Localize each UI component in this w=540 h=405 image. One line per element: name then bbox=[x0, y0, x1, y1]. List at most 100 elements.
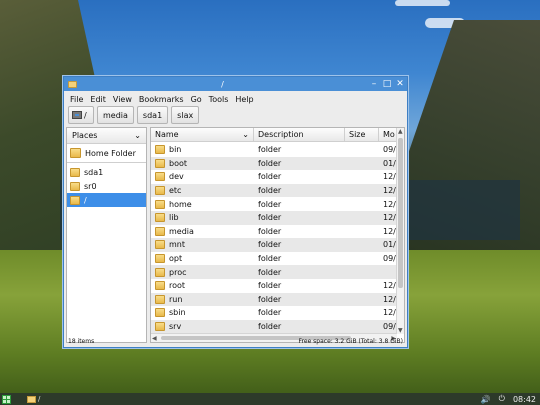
column-size[interactable]: Size bbox=[345, 128, 379, 142]
scroll-down-icon[interactable]: ▼ bbox=[398, 327, 403, 334]
table-row[interactable]: sbin folder 12/ bbox=[151, 306, 397, 320]
crumb-sda1[interactable]: sda1 bbox=[136, 106, 169, 124]
cell-description: folder bbox=[258, 158, 282, 168]
cell-modified: 12/ bbox=[383, 186, 396, 196]
folder-icon bbox=[155, 240, 165, 250]
file-manager-window: / – □ ✕ File Edit View Bookmarks Go Tool… bbox=[63, 76, 408, 348]
cell-modified: 12/ bbox=[383, 281, 396, 291]
menu-tools[interactable]: Tools bbox=[209, 95, 229, 104]
table-row[interactable]: mnt folder 01/ bbox=[151, 238, 397, 252]
maximize-button[interactable]: □ bbox=[381, 78, 393, 90]
crumb-slax[interactable]: slax bbox=[171, 106, 200, 124]
table-row[interactable]: proc folder bbox=[151, 265, 397, 279]
cell-name: etc bbox=[151, 186, 254, 196]
cell-modified: 09/ bbox=[383, 254, 396, 264]
cell-description: folder bbox=[258, 199, 282, 209]
taskbar: / 🔊 ⏻ 08:42 bbox=[0, 393, 540, 405]
table-row[interactable]: opt folder 09/ bbox=[151, 252, 397, 266]
crumb-root[interactable]: / bbox=[68, 106, 94, 124]
sidebar-item-sr0[interactable]: sr0 bbox=[67, 179, 146, 193]
clock[interactable]: 08:42 bbox=[513, 395, 536, 404]
cell-description: folder bbox=[258, 172, 282, 182]
chevron-down-icon: ⌄ bbox=[134, 131, 141, 140]
file-name: root bbox=[169, 281, 186, 291]
table-row[interactable]: home folder 12/ bbox=[151, 197, 397, 211]
table-row[interactable]: run folder 12/ bbox=[151, 292, 397, 307]
volume-icon[interactable]: 🔊 bbox=[481, 395, 491, 404]
item-count: 18 items bbox=[68, 338, 95, 345]
cell-modified: 12/ bbox=[383, 294, 396, 304]
folder-icon bbox=[155, 294, 165, 304]
minimize-button[interactable]: – bbox=[368, 78, 380, 90]
sidebar-item-root[interactable]: / bbox=[67, 193, 146, 207]
sidebar-item-label: Home Folder bbox=[85, 148, 136, 158]
content-area: Places ⌄ Home Folder sda1 sr0 / Name ⌄ D… bbox=[66, 127, 405, 343]
task-label[interactable]: / bbox=[38, 395, 40, 403]
file-name: etc bbox=[169, 186, 182, 196]
cell-name: opt bbox=[151, 254, 254, 264]
menu-help[interactable]: Help bbox=[235, 95, 253, 104]
sidebar-item-label: sr0 bbox=[84, 181, 97, 191]
cell-description: folder bbox=[258, 308, 282, 318]
sidebar-item-label: / bbox=[84, 195, 87, 205]
file-name: run bbox=[169, 294, 183, 304]
cell-modified: 12/ bbox=[383, 199, 396, 209]
table-row[interactable]: root folder 12/ bbox=[151, 279, 397, 293]
folder-icon bbox=[155, 281, 165, 291]
table-row[interactable]: bin folder 09/ bbox=[151, 143, 397, 157]
cell-modified: 12/ bbox=[383, 226, 396, 236]
folder-icon bbox=[155, 186, 165, 196]
start-menu-button[interactable] bbox=[2, 394, 11, 404]
sidebar-item-sda1[interactable]: sda1 bbox=[67, 165, 146, 179]
file-name: proc bbox=[169, 267, 187, 277]
menu-file[interactable]: File bbox=[70, 95, 83, 104]
cell-description: folder bbox=[258, 281, 282, 291]
menu-edit[interactable]: Edit bbox=[90, 95, 106, 104]
window-title: / bbox=[221, 79, 224, 89]
crumb-media[interactable]: media bbox=[97, 106, 134, 124]
sidebar-item-label: sda1 bbox=[84, 167, 104, 177]
close-button[interactable]: ✕ bbox=[394, 78, 406, 90]
table-row[interactable]: etc folder 12/ bbox=[151, 183, 397, 198]
menu-go[interactable]: Go bbox=[191, 95, 202, 104]
table-row[interactable]: lib folder 12/ bbox=[151, 210, 397, 225]
table-row[interactable]: dev folder 12/ bbox=[151, 170, 397, 184]
vertical-scrollbar[interactable]: ▲ ▼ bbox=[396, 128, 404, 334]
system-tray: 🔊 ⏻ 08:42 bbox=[481, 394, 536, 404]
sidebar-item-home[interactable]: Home Folder bbox=[67, 146, 146, 160]
table-row[interactable]: media folder 12/ bbox=[151, 225, 397, 239]
folder-icon bbox=[155, 213, 165, 223]
menubar: File Edit View Bookmarks Go Tools Help bbox=[64, 93, 407, 105]
vertical-scroll-thumb[interactable] bbox=[398, 138, 403, 288]
cell-name: proc bbox=[151, 267, 254, 277]
cell-modified: 12/ bbox=[383, 308, 396, 318]
drive-folder-icon bbox=[70, 181, 80, 191]
statusbar: 18 items Free space: 3.2 GiB (Total: 3.8… bbox=[64, 337, 407, 347]
column-name[interactable]: Name ⌄ bbox=[151, 128, 254, 142]
task-folder-icon[interactable] bbox=[27, 395, 36, 403]
column-modified[interactable]: Mo bbox=[379, 128, 397, 142]
cloud bbox=[395, 0, 450, 6]
table-row[interactable]: srv folder 09/ bbox=[151, 319, 397, 334]
drive-folder-icon bbox=[70, 167, 80, 177]
folder-icon bbox=[155, 145, 165, 155]
power-icon[interactable]: ⏻ bbox=[499, 394, 505, 404]
menu-view[interactable]: View bbox=[113, 95, 132, 104]
drive-icon bbox=[72, 111, 82, 119]
cell-description: folder bbox=[258, 213, 282, 223]
cell-modified: 09/ bbox=[383, 145, 396, 155]
file-name: bin bbox=[169, 145, 182, 155]
titlebar[interactable]: / – □ ✕ bbox=[64, 77, 407, 91]
cell-name: boot bbox=[151, 158, 254, 168]
cell-description: folder bbox=[258, 240, 282, 250]
folder-icon bbox=[155, 172, 165, 182]
menu-bookmarks[interactable]: Bookmarks bbox=[139, 95, 184, 104]
column-description[interactable]: Description bbox=[254, 128, 345, 142]
table-row[interactable]: boot folder 01/ bbox=[151, 156, 397, 171]
cell-modified: 01/ bbox=[383, 158, 396, 168]
scroll-up-icon[interactable]: ▲ bbox=[398, 128, 403, 135]
file-name: opt bbox=[169, 254, 183, 264]
places-header[interactable]: Places ⌄ bbox=[67, 128, 146, 144]
file-name: media bbox=[169, 226, 194, 236]
folder-icon bbox=[155, 267, 165, 277]
